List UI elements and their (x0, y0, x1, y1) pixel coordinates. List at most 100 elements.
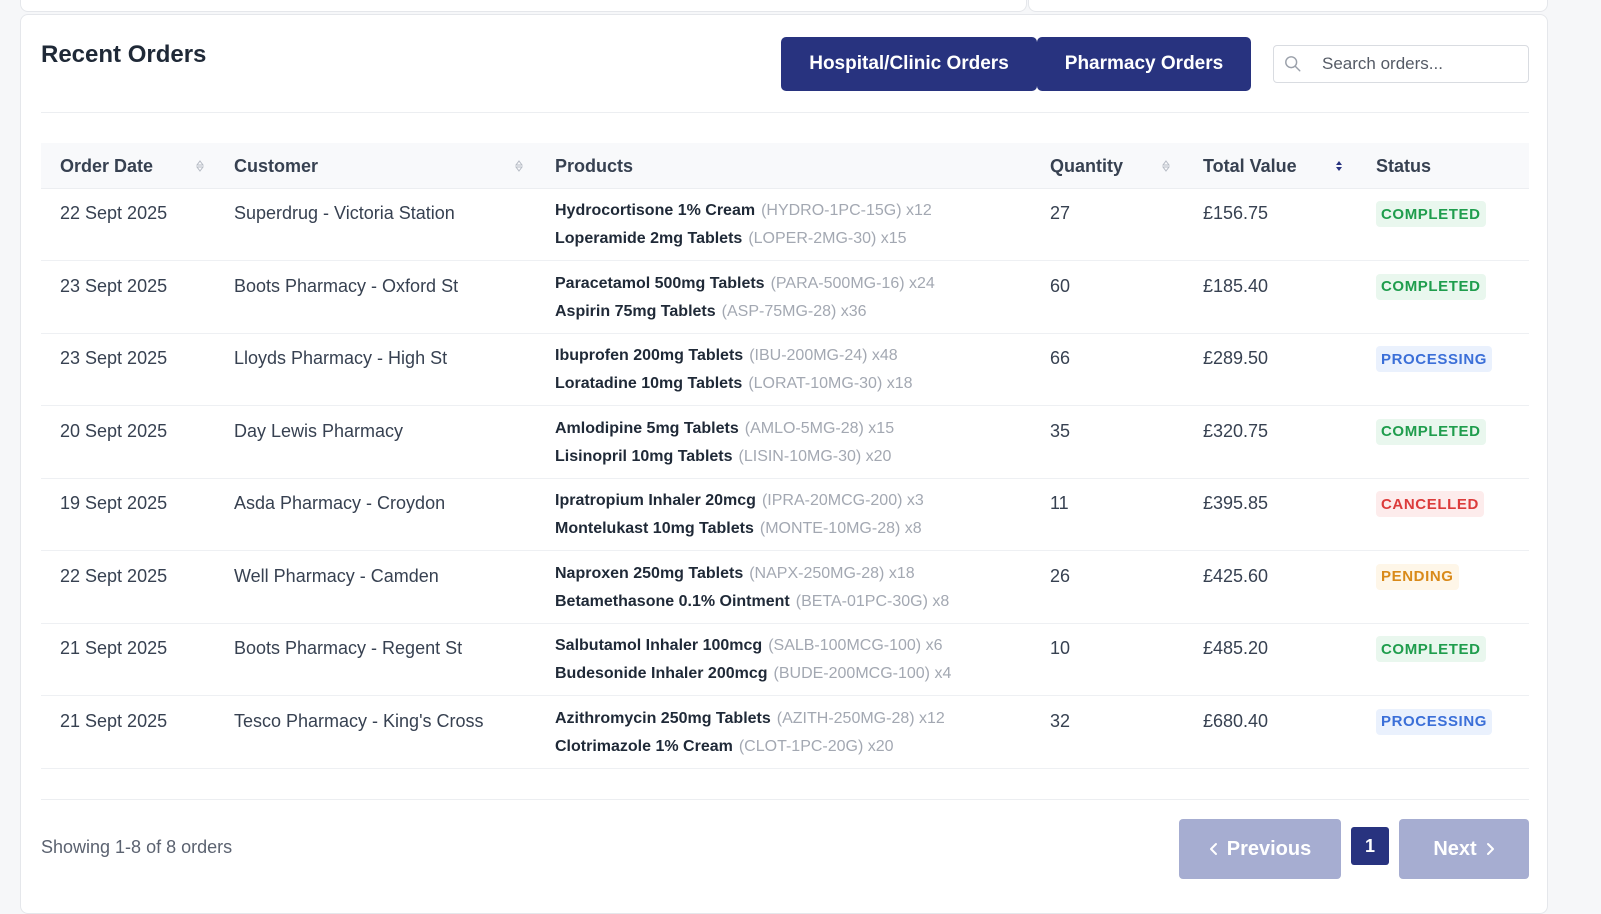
order-date: 19 Sept 2025 (60, 493, 168, 513)
total-value: £320.75 (1203, 420, 1269, 441)
header-divider (41, 112, 1529, 113)
table-row[interactable]: 22 Sept 2025 Well Pharmacy - Camden Naprox… (41, 552, 1529, 624)
customer-name: Tesco Pharmacy - King's Cross (234, 710, 484, 731)
customer-name: Day Lewis Pharmacy (234, 420, 404, 441)
header-customer[interactable]: Customer (234, 143, 318, 189)
product-line: Loratadine 10mg Tablets (LORAT-10MG-30) x… (555, 375, 913, 393)
product-name: Montelukast 10mg Tablets (555, 520, 754, 537)
product-name: Salbutamol Inhaler 100mcg (555, 637, 763, 654)
customer-name: Lloyds Pharmacy - High St (234, 348, 448, 368)
product-sku: (NAPX-250MG-28) x18 (749, 564, 915, 582)
next-button[interactable]: Next (1399, 819, 1529, 879)
product-name: Hydrocortisone 1% Cream (555, 202, 756, 219)
total-value: £485.20 (1203, 638, 1269, 658)
pagination-summary: Showing 1-8 of 8 orders (41, 837, 233, 857)
product-line: Loperamide 2mg Tablets (LOPER-2MG-30) x15 (555, 230, 907, 248)
product-name: Betamethasone 0.1% Ointment (555, 592, 790, 610)
product-line: Lisinopril 10mg Tablets (LISIN-10MG-30) x… (555, 448, 891, 466)
product-line: Budesonide Inhaler 200mcg (BUDE-200MCG-10… (555, 665, 951, 683)
table-row[interactable]: 23 Sept 2025 Lloyds Pharmacy - High St Ibu… (41, 334, 1529, 406)
status-badge: COMPLETED (1376, 418, 1486, 445)
product-sku: (IBU-200MG-24) x48 (749, 347, 898, 364)
product-line: Salbutamol Inhaler 100mcg (SALB-100MCG-10… (555, 637, 942, 655)
status-badge: CANCELLED (1376, 491, 1484, 517)
product-sku: (MONTE-10MG-28) x8 (759, 520, 922, 537)
product-sku: (HYDRO-1PC-15G) x12 (761, 202, 932, 219)
table-header: Order Date Customer Products Quantity To… (41, 143, 1529, 189)
tab-hospital-clinic-orders[interactable]: Hospital/Clinic Orders (781, 37, 1037, 91)
order-date: 22 Sept 2025 (60, 203, 168, 223)
sort-icon[interactable] (514, 158, 524, 174)
product-line: Hydrocortisone 1% Cream (HYDRO-1PC-15G) x… (555, 202, 932, 220)
sort-icon[interactable] (195, 158, 205, 174)
search-box[interactable] (1273, 45, 1529, 83)
quantity: 66 (1050, 348, 1071, 368)
product-name: Aspirin 75mg Tablets (555, 302, 716, 320)
status-badge: COMPLETED (1376, 636, 1486, 662)
quantity: 32 (1050, 710, 1071, 731)
table-row[interactable]: 21 Sept 2025 Boots Pharmacy - Regent St Sa… (41, 624, 1529, 696)
page-number-button[interactable]: 1 (1351, 827, 1389, 865)
product-sku: (LISIN-10MG-30) x20 (738, 447, 892, 465)
previous-button[interactable]: Previous (1179, 819, 1341, 879)
header-status: Status (1376, 155, 1432, 176)
product-name: Amlodipine 5mg Tablets (555, 419, 739, 437)
table-row[interactable]: 22 Sept 2025 Superdrug - Victoria Station… (41, 189, 1529, 261)
status-badge: PROCESSING (1376, 346, 1493, 372)
order-date: 20 Sept 2025 (60, 420, 168, 441)
total-value: £289.50 (1203, 348, 1269, 368)
status-badge: PENDING (1376, 563, 1459, 590)
product-name: Naproxen 250mg Tablets (555, 564, 744, 582)
product-sku: (AMLO-5MG-28) x15 (744, 419, 895, 437)
customer-name: Well Pharmacy - Camden (234, 565, 439, 586)
tab-pharmacy-orders[interactable]: Pharmacy Orders (1037, 37, 1251, 91)
product-name: Loperamide 2mg Tablets (555, 230, 743, 247)
product-name: Ibuprofen 200mg Tablets (555, 347, 744, 364)
order-date: 23 Sept 2025 (60, 348, 168, 368)
product-line: Clotrimazole 1% Cream (CLOT-1PC-20G) x20 (555, 738, 894, 756)
table-row[interactable]: 20 Sept 2025 Day Lewis Pharmacy Amlodipine… (41, 407, 1529, 479)
product-sku: (LOPER-2MG-30) x15 (748, 230, 907, 247)
customer-name: Boots Pharmacy - Oxford St (234, 275, 459, 296)
customer-name: Boots Pharmacy - Regent St (234, 638, 463, 658)
product-sku: (ASP-75MG-28) x36 (721, 302, 867, 320)
quantity: 10 (1050, 638, 1071, 658)
customer-name: Asda Pharmacy - Croydon (234, 493, 446, 513)
quantity: 11 (1050, 493, 1069, 513)
next-label: Next (1433, 837, 1477, 860)
product-line: Azithromycin 250mg Tablets (AZITH-250MG-2… (555, 710, 945, 728)
page-title: Recent Orders (41, 41, 207, 68)
product-line: Aspirin 75mg Tablets (ASP-75MG-28) x36 (555, 303, 867, 321)
quantity: 60 (1050, 275, 1071, 296)
order-date: 21 Sept 2025 (60, 638, 168, 658)
table-row[interactable]: 23 Sept 2025 Boots Pharmacy - Oxford St Pa… (41, 262, 1529, 334)
product-sku: (AZITH-250MG-28) x12 (776, 709, 945, 727)
product-sku: (CLOT-1PC-20G) x20 (738, 737, 894, 755)
product-line: Amlodipine 5mg Tablets (AMLO-5MG-28) x15 (555, 420, 894, 438)
table-row[interactable]: 19 Sept 2025 Asda Pharmacy - Croydon Iprat… (41, 479, 1529, 551)
product-name: Loratadine 10mg Tablets (555, 375, 743, 392)
quantity: 26 (1050, 565, 1071, 586)
order-date: 21 Sept 2025 (60, 710, 168, 731)
search-icon (1285, 56, 1301, 72)
total-value: £156.75 (1203, 203, 1269, 223)
search-input[interactable] (1322, 54, 1522, 74)
header-total-value[interactable]: Total Value (1203, 143, 1297, 189)
previous-card-edge (20, 0, 1027, 12)
product-name: Ipratropium Inhaler 20mcg (555, 492, 756, 509)
product-sku: (IPRA-20MCG-200) x3 (761, 492, 924, 509)
chevron-left-icon (1209, 843, 1217, 855)
header-quantity[interactable]: Quantity (1050, 143, 1123, 189)
header-order-date[interactable]: Order Date (60, 143, 153, 189)
total-value: £185.40 (1203, 275, 1269, 296)
status-badge: COMPLETED (1376, 201, 1486, 227)
product-name: Budesonide Inhaler 200mcg (555, 665, 768, 682)
product-name: Azithromycin 250mg Tablets (555, 709, 771, 727)
total-value: £680.40 (1203, 710, 1269, 731)
table-row[interactable]: 21 Sept 2025 Tesco Pharmacy - King's Cros… (41, 697, 1529, 769)
sort-active-icon[interactable] (1334, 158, 1344, 174)
sort-icon[interactable] (1161, 158, 1171, 174)
product-sku: (PARA-500MG-16) x24 (770, 274, 935, 292)
order-date: 22 Sept 2025 (60, 565, 168, 586)
product-sku: (LORAT-10MG-30) x18 (748, 375, 913, 392)
